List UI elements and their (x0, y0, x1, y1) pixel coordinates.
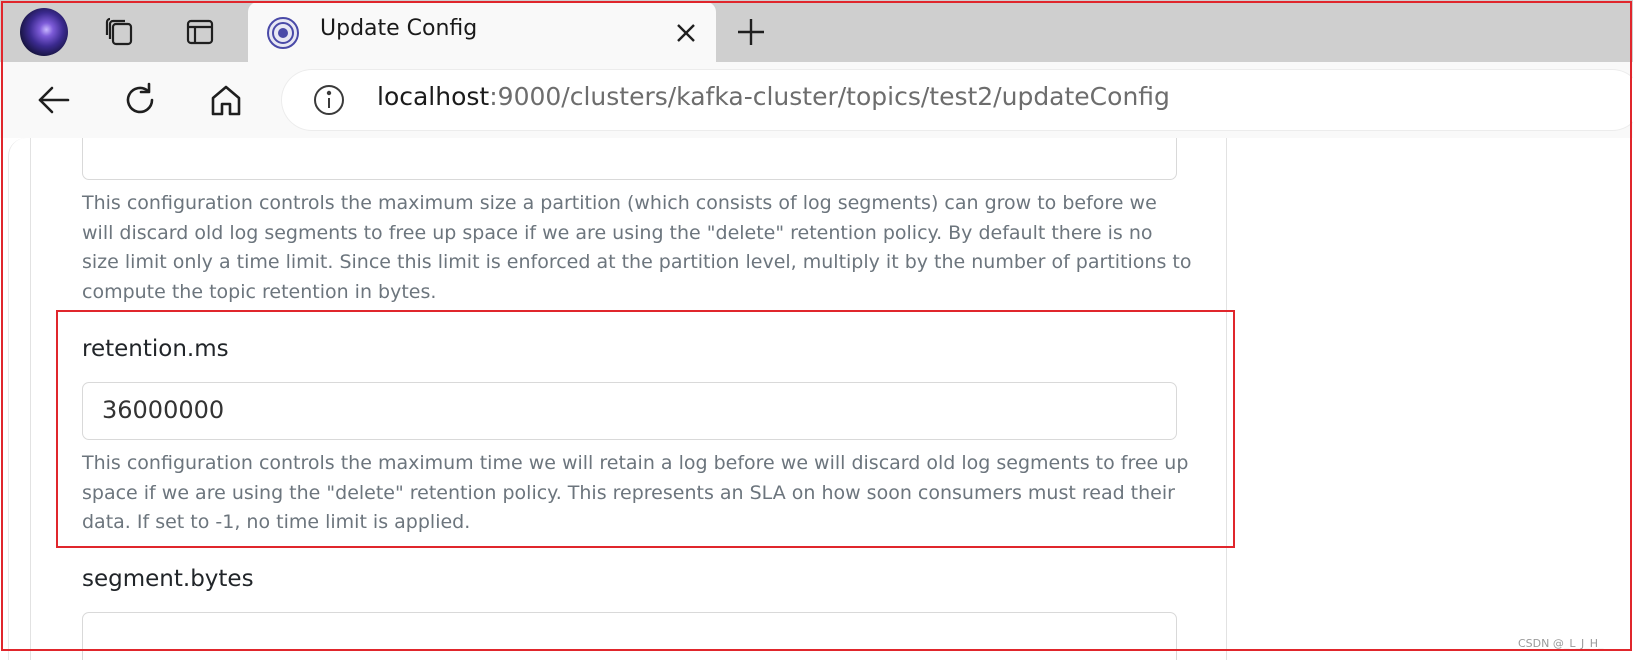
collections-icon[interactable] (96, 8, 144, 56)
segment-bytes-input[interactable] (82, 612, 1177, 660)
plus-icon[interactable] (727, 8, 775, 56)
info-icon[interactable] (312, 83, 346, 117)
site-favicon-icon (267, 17, 299, 49)
url-path: :9000/clusters/kafka-cluster/topics/test… (489, 82, 1170, 111)
tab-strip: Update Config (0, 0, 1633, 64)
address-bar[interactable]: localhost:9000/clusters/kafka-cluster/to… (282, 70, 1633, 130)
url-text[interactable]: localhost:9000/clusters/kafka-cluster/to… (377, 82, 1170, 111)
retention-bytes-input[interactable] (82, 138, 1177, 180)
profile-avatar-icon[interactable] (20, 8, 68, 56)
tab-actions-icon[interactable] (176, 8, 224, 56)
home-icon[interactable] (198, 72, 254, 128)
segment-bytes-label: segment.bytes (82, 566, 254, 592)
retention-ms-value: 36000000 (102, 396, 225, 424)
card-border (8, 138, 32, 660)
watermark: CSDN @_L_J_H_ (1518, 637, 1604, 650)
browser-toolbar: localhost:9000/clusters/kafka-cluster/to… (0, 62, 1633, 138)
retention-bytes-help-text: This configuration controls the maximum … (82, 192, 1192, 304)
card-divider (1226, 138, 1227, 660)
card-divider (30, 138, 31, 660)
back-arrow-icon[interactable] (26, 72, 82, 128)
url-host: localhost (377, 82, 490, 111)
close-icon[interactable] (671, 18, 701, 48)
refresh-icon[interactable] (112, 72, 168, 128)
active-tab[interactable]: Update Config (248, 2, 716, 64)
retention-ms-input[interactable]: 36000000 (82, 382, 1177, 440)
tab-title: Update Config (320, 16, 478, 41)
page-content: This configuration controls the maximum … (0, 138, 1633, 660)
retention-ms-label: retention.ms (82, 336, 229, 362)
retention-ms-help-text: This configuration controls the maximum … (82, 452, 1189, 534)
